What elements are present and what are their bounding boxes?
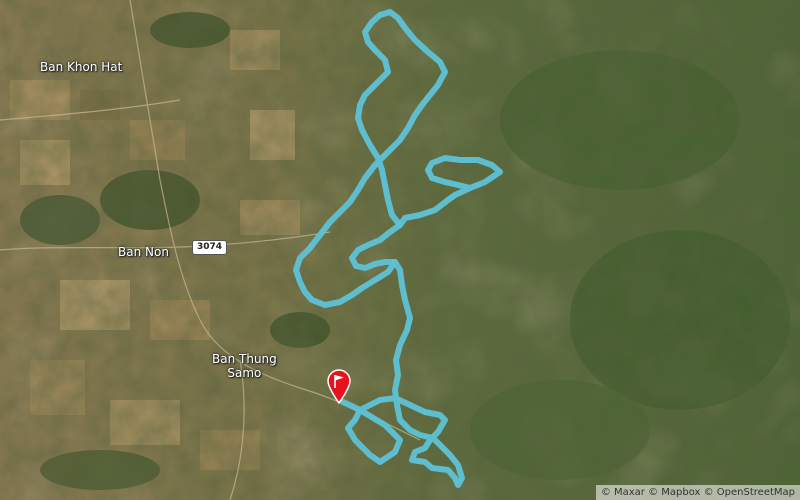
map-view[interactable]: Ban Khon Hat Ban Non Ban Thung Samo 3074…	[0, 0, 800, 500]
place-label-ban-non: Ban Non	[118, 245, 169, 259]
flag-icon	[327, 369, 351, 404]
road-shield: 3074	[192, 240, 228, 255]
map-attribution[interactable]: © Maxar © Mapbox © OpenStreetMap	[595, 485, 800, 500]
place-label-ban-khon-hat: Ban Khon Hat	[40, 60, 123, 74]
start-marker[interactable]	[326, 368, 352, 404]
place-label-ban-thung-samo: Ban Thung Samo	[212, 352, 277, 380]
